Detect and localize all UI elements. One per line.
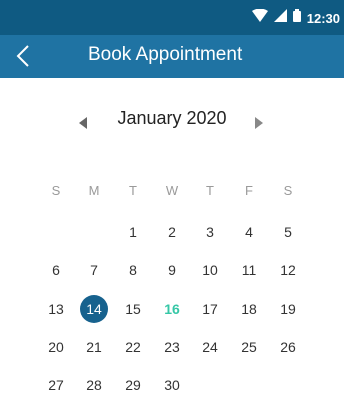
calendar-day[interactable]: 2 — [158, 218, 186, 246]
status-time: 12:30 — [306, 10, 340, 26]
weekday-label: W — [165, 183, 179, 198]
calendar-day[interactable]: 26 — [274, 333, 302, 361]
weekday-label: S — [51, 183, 61, 198]
calendar-day[interactable]: 7 — [80, 256, 108, 284]
caret-left-icon — [79, 117, 87, 129]
weekday-label: T — [206, 183, 214, 198]
weekday-label: T — [129, 183, 137, 198]
calendar-day[interactable]: 21 — [80, 333, 108, 361]
calendar-day[interactable]: 28 — [80, 371, 108, 399]
calendar-day[interactable]: 8 — [119, 256, 147, 284]
next-month-button[interactable] — [250, 114, 268, 132]
calendar-day[interactable]: 27 — [42, 371, 70, 399]
previous-month-button[interactable] — [74, 114, 92, 132]
calendar-day[interactable]: 23 — [158, 333, 186, 361]
calendar-day[interactable]: 19 — [274, 295, 302, 323]
calendar-day[interactable]: 24 — [196, 333, 224, 361]
calendar-day[interactable]: 25 — [235, 333, 263, 361]
weekday-label: F — [245, 183, 253, 198]
calendar-day[interactable]: 10 — [196, 256, 224, 284]
month-navigator: January 2020 — [0, 108, 344, 136]
page-title: Book Appointment — [88, 44, 243, 65]
calendar-day[interactable]: 20 — [42, 333, 70, 361]
app-bar: Book Appointment — [0, 35, 344, 78]
wifi-icon — [251, 8, 268, 27]
calendar-day-today[interactable]: 16 — [158, 295, 186, 323]
status-bar: 12:30 — [0, 0, 344, 35]
calendar-day-selected[interactable]: 14 — [80, 295, 108, 323]
weekday-header: SMTWTFS — [0, 183, 344, 203]
calendar-day[interactable]: 4 — [235, 218, 263, 246]
caret-right-icon — [255, 117, 263, 129]
calendar-day[interactable]: 30 — [158, 371, 186, 399]
battery-icon — [292, 9, 301, 27]
back-button[interactable] — [6, 41, 40, 71]
status-icons: 12:30 — [251, 8, 340, 28]
signal-icon — [273, 9, 287, 27]
calendar-day[interactable]: 1 — [119, 218, 147, 246]
month-label: January 2020 — [117, 108, 227, 128]
calendar-day[interactable]: 5 — [274, 218, 302, 246]
back-arrow-icon — [16, 45, 29, 67]
weekday-label: S — [283, 183, 293, 198]
calendar-day[interactable]: 3 — [196, 218, 224, 246]
calendar-day[interactable]: 12 — [274, 256, 302, 284]
calendar-day[interactable]: 9 — [158, 256, 186, 284]
weekday-label: M — [88, 183, 100, 198]
calendar-day[interactable]: 22 — [119, 333, 147, 361]
calendar-day[interactable]: 29 — [119, 371, 147, 399]
calendar-day[interactable]: 18 — [235, 295, 263, 323]
calendar-day[interactable]: 13 — [42, 295, 70, 323]
calendar-day[interactable]: 6 — [42, 256, 70, 284]
calendar-day[interactable]: 11 — [235, 256, 263, 284]
calendar-day[interactable]: 17 — [196, 295, 224, 323]
calendar-day[interactable]: 15 — [119, 295, 147, 323]
